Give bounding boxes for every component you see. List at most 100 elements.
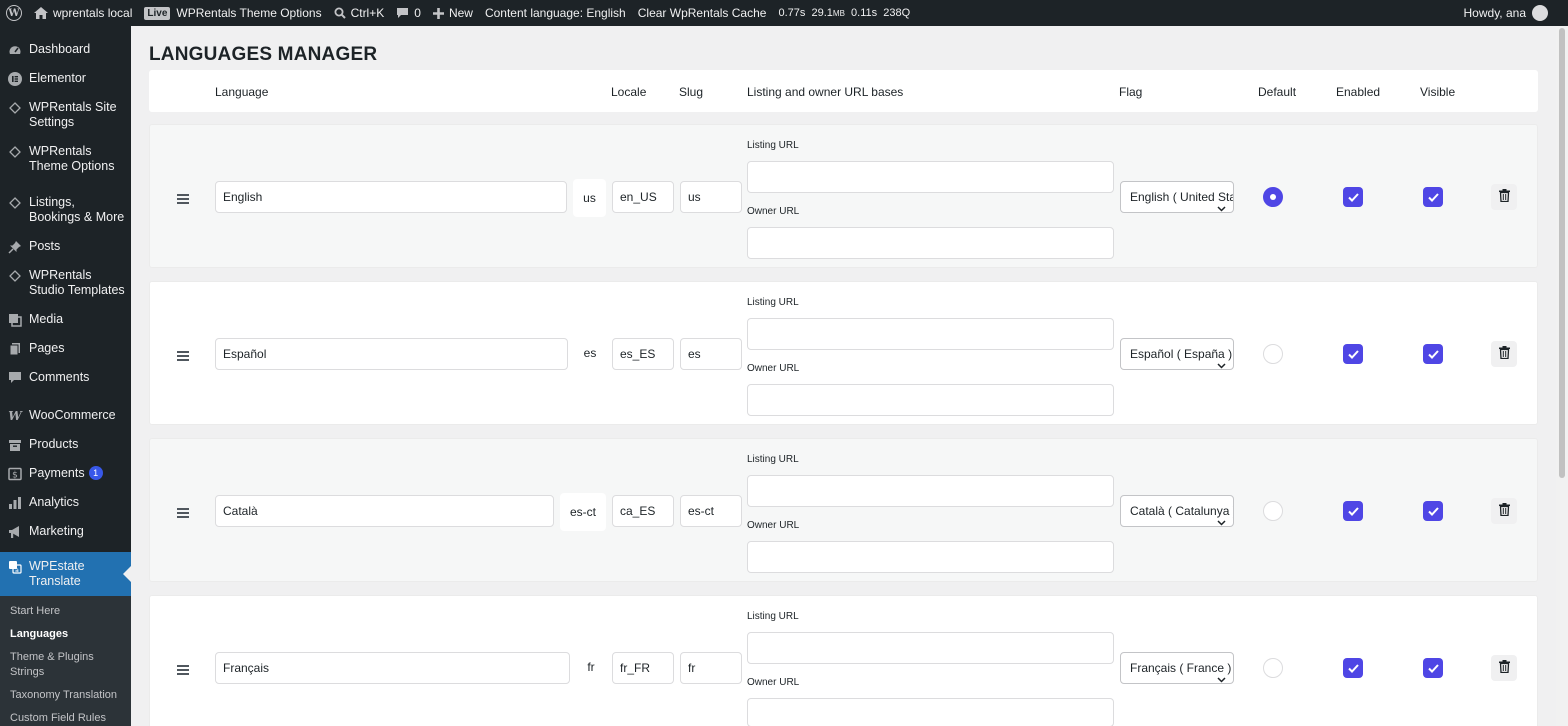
locale-input[interactable]: en_US	[612, 181, 674, 213]
enabled-checkbox[interactable]	[1343, 344, 1363, 364]
sidebar-item-products[interactable]: Products	[0, 430, 131, 459]
page-scrollbar[interactable]	[1556, 26, 1568, 726]
clear-cache-button[interactable]: Clear WpRentals Cache	[632, 0, 773, 26]
delete-language-button[interactable]	[1491, 655, 1517, 681]
sidebar-item-analytics[interactable]: Analytics	[0, 488, 131, 517]
drag-handle-icon[interactable]	[177, 351, 189, 363]
chevron-down-icon	[1217, 664, 1226, 683]
default-radio[interactable]	[1263, 187, 1283, 207]
new-label: New	[448, 6, 473, 20]
delete-language-button[interactable]	[1491, 498, 1517, 524]
slug-input[interactable]: es-ct	[680, 495, 742, 527]
submenu-item-custom-field-rules[interactable]: Custom Field Rules	[0, 707, 131, 726]
header-visible: Visible	[1420, 85, 1456, 99]
sidebar-item-elementor[interactable]: Elementor	[0, 64, 131, 93]
listing-url-label: Listing URL	[747, 297, 799, 308]
sidebar-item-site-settings[interactable]: WPRentals Site Settings	[0, 93, 131, 137]
sidebar-item-marketing[interactable]: Marketing	[0, 517, 131, 546]
avatar	[1532, 5, 1548, 21]
sidebar-item-comments[interactable]: Comments	[0, 363, 131, 392]
archive-icon	[8, 437, 22, 452]
language-name-input[interactable]: Français	[215, 652, 570, 684]
enabled-checkbox[interactable]	[1343, 187, 1363, 207]
language-row: English us en_US us Listing URL Owner UR…	[149, 124, 1538, 268]
slug-input[interactable]: us	[680, 181, 742, 213]
owner-url-input[interactable]	[747, 541, 1114, 573]
owner-url-input[interactable]	[747, 384, 1114, 416]
language-code: es	[583, 346, 597, 360]
query-monitor-stats[interactable]: 0.77s 29.1 MB 0.11s 238Q	[772, 0, 916, 26]
sidebar-item-label: Products	[29, 437, 79, 451]
listing-url-input[interactable]	[747, 318, 1114, 350]
sidebar-item-posts[interactable]: Posts	[0, 232, 131, 261]
sidebar-item-media[interactable]: Media	[0, 305, 131, 334]
command-shortcut: Ctrl+K	[350, 6, 385, 20]
delete-language-button[interactable]	[1491, 341, 1517, 367]
submenu-item-taxonomy-translation[interactable]: Taxonomy Translation	[0, 684, 131, 707]
drag-handle-icon[interactable]	[177, 665, 189, 677]
sidebar-item-listings[interactable]: Listings, Bookings & More	[0, 188, 131, 232]
submenu-item-theme-plugin-strings[interactable]: Theme & Plugins Strings	[0, 646, 131, 684]
flag-select[interactable]: Français ( France )	[1120, 652, 1234, 684]
comment-icon	[8, 370, 22, 385]
listing-url-label: Listing URL	[747, 140, 799, 151]
sidebar-item-label: Elementor	[29, 71, 86, 85]
wordpress-logo-icon[interactable]: W	[0, 0, 28, 26]
diamond-icon	[8, 195, 22, 210]
owner-url-input[interactable]	[747, 227, 1114, 259]
flag-select[interactable]: Español ( España )	[1120, 338, 1234, 370]
sidebar-item-pages[interactable]: Pages	[0, 334, 131, 363]
default-radio[interactable]	[1263, 344, 1283, 364]
flag-select[interactable]: English ( United States )	[1120, 181, 1234, 213]
submenu-item-start-here[interactable]: Start Here	[0, 600, 131, 623]
enabled-checkbox[interactable]	[1343, 501, 1363, 521]
comments-link[interactable]: 0	[390, 0, 427, 26]
listing-url-input[interactable]	[747, 475, 1114, 507]
scrollbar-thumb[interactable]	[1559, 28, 1565, 478]
locale-input[interactable]: ca_ES	[612, 495, 674, 527]
content-language-label: Content language: English	[484, 6, 626, 20]
visible-checkbox[interactable]	[1423, 187, 1443, 207]
sidebar-item-woocommerce[interactable]: W WooCommerce	[0, 401, 131, 430]
default-radio[interactable]	[1263, 501, 1283, 521]
delete-language-button[interactable]	[1491, 184, 1517, 210]
language-name-input[interactable]: English	[215, 181, 567, 213]
content-language-switcher[interactable]: Content language: English	[479, 0, 632, 26]
site-name-link[interactable]: wprentals local	[28, 0, 138, 26]
theme-options-link[interactable]: Live WPRentals Theme Options	[138, 0, 327, 26]
drag-handle-icon[interactable]	[177, 508, 189, 520]
sidebar-item-label: Media	[29, 312, 64, 326]
listing-url-label: Listing URL	[747, 454, 799, 465]
user-account-menu[interactable]: Howdy, ana	[1464, 5, 1568, 21]
new-content-link[interactable]: New	[427, 0, 479, 26]
visible-checkbox[interactable]	[1423, 344, 1443, 364]
sidebar-item-studio-templates[interactable]: WPRentals Studio Templates	[0, 261, 131, 305]
slug-input[interactable]: es	[680, 338, 742, 370]
locale-input[interactable]: fr_FR	[612, 652, 674, 684]
perf-query-time: 0.11s	[851, 7, 878, 19]
default-radio[interactable]	[1263, 658, 1283, 678]
bar-chart-icon	[8, 495, 22, 510]
visible-checkbox[interactable]	[1423, 658, 1443, 678]
drag-handle-icon[interactable]	[177, 194, 189, 206]
listing-url-input[interactable]	[747, 632, 1114, 664]
sidebar-item-dashboard[interactable]: Dashboard	[0, 35, 131, 64]
sidebar-item-theme-options[interactable]: WPRentals Theme Options	[0, 137, 131, 181]
sidebar-item-payments[interactable]: $ Payments 1	[0, 459, 131, 488]
slug-input[interactable]: fr	[680, 652, 742, 684]
admin-sidebar: Dashboard Elementor WPRentals Site Setti…	[0, 26, 131, 726]
sidebar-item-label: Analytics	[29, 495, 80, 509]
owner-url-label: Owner URL	[747, 677, 800, 688]
sidebar-item-label: Posts	[29, 239, 61, 253]
sidebar-item-wpestate-translate[interactable]: a WPEstate Translate	[0, 552, 131, 596]
enabled-checkbox[interactable]	[1343, 658, 1363, 678]
submenu-item-languages[interactable]: Languages	[0, 623, 131, 646]
flag-select[interactable]: Català ( Catalunya )	[1120, 495, 1234, 527]
locale-input[interactable]: es_ES	[612, 338, 674, 370]
listing-url-input[interactable]	[747, 161, 1114, 193]
language-name-input[interactable]: Català	[215, 495, 554, 527]
owner-url-input[interactable]	[747, 698, 1114, 726]
visible-checkbox[interactable]	[1423, 501, 1443, 521]
language-name-input[interactable]: Español	[215, 338, 568, 370]
command-palette-button[interactable]: Ctrl+K	[328, 0, 391, 26]
